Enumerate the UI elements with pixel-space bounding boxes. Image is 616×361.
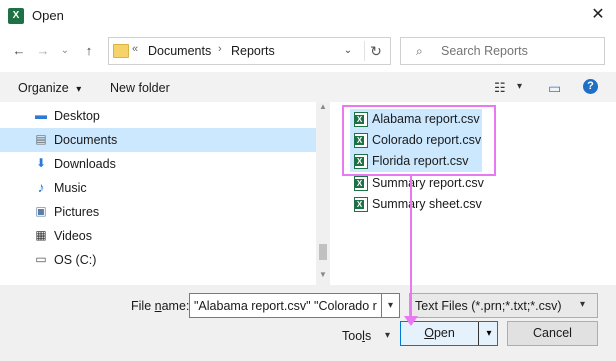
new-folder-button[interactable]: New folder bbox=[110, 81, 170, 95]
address-overflow[interactable]: « bbox=[132, 43, 138, 55]
file-name: Summary report.csv bbox=[372, 176, 484, 190]
file-item-summary-sheet[interactable]: X Summary sheet.csv bbox=[350, 194, 482, 215]
tools-arrow-icon[interactable]: ▾ bbox=[385, 330, 390, 341]
annotation-arrow-line bbox=[410, 176, 412, 318]
tools-button[interactable]: Tools bbox=[342, 329, 371, 343]
nav-item-documents[interactable]: ▤ Documents bbox=[0, 128, 316, 152]
nav-item-os-c[interactable]: ▭ OS (C:) bbox=[0, 248, 316, 272]
downloads-icon: ⬇ bbox=[35, 156, 47, 170]
nav-item-videos[interactable]: ▦ Videos bbox=[0, 224, 316, 248]
selection-highlight-box bbox=[342, 105, 496, 176]
nav-item-downloads[interactable]: ⬇ Downloads bbox=[0, 152, 316, 176]
address-bar[interactable]: « Documents › Reports ⌄ ↻ bbox=[108, 37, 391, 65]
desktop-icon: ▬ bbox=[35, 108, 47, 122]
scroll-up-icon[interactable]: ▲ bbox=[318, 102, 328, 111]
dialog-footer: File name: ▾ Text Files (*.prn;*.txt;*.c… bbox=[0, 285, 616, 361]
drive-icon: ▭ bbox=[35, 252, 47, 266]
nav-item-label: Videos bbox=[54, 229, 92, 243]
file-type-value: Text Files (*.prn;*.txt;*.csv) bbox=[415, 299, 562, 313]
nav-item-desktop[interactable]: ▬ Desktop bbox=[0, 104, 316, 128]
excel-icon: X bbox=[8, 8, 24, 24]
nav-item-music[interactable]: ♪ Music bbox=[0, 176, 316, 200]
nav-item-label: Documents bbox=[54, 133, 118, 147]
file-name-label: File name: bbox=[131, 299, 190, 313]
title-bar: X Open ✕ bbox=[0, 0, 616, 32]
preview-pane-icon[interactable]: ▭ bbox=[548, 80, 561, 97]
documents-icon: ▤ bbox=[35, 132, 47, 146]
scroll-down-icon[interactable]: ▼ bbox=[318, 270, 328, 279]
nav-item-pictures[interactable]: ▣ Pictures bbox=[0, 200, 316, 224]
music-icon: ♪ bbox=[37, 179, 45, 195]
nav-item-label: Downloads bbox=[54, 157, 116, 171]
navigation-pane: ▬ Desktop ▤ Documents ⬇ Downloads ♪ Musi… bbox=[0, 102, 330, 285]
nav-scrollbar[interactable]: ▲ ▼ bbox=[316, 102, 330, 285]
breadcrumb-separator[interactable]: › bbox=[218, 43, 222, 55]
nav-item-label: Desktop bbox=[54, 109, 100, 123]
breadcrumb-reports[interactable]: Reports bbox=[231, 44, 275, 58]
nav-item-label: Pictures bbox=[54, 205, 100, 219]
videos-icon: ▦ bbox=[35, 228, 47, 242]
organize-arrow-icon: ▾ bbox=[76, 84, 82, 95]
open-options-arrow-icon[interactable]: ▾ bbox=[482, 322, 496, 345]
help-icon[interactable]: ? bbox=[583, 79, 598, 94]
excel-file-icon: X bbox=[354, 197, 368, 212]
nav-item-label: Music bbox=[54, 181, 87, 195]
forward-button[interactable]: → bbox=[34, 40, 52, 62]
up-button[interactable]: ↑ bbox=[80, 40, 98, 62]
view-options-arrow-icon[interactable]: ▾ bbox=[517, 81, 522, 92]
search-input[interactable] bbox=[441, 44, 591, 58]
file-type-select[interactable]: Text Files (*.prn;*.txt;*.csv) ▾ bbox=[409, 293, 598, 318]
window-title: Open bbox=[32, 8, 64, 23]
address-dropdown[interactable]: ⌄ bbox=[341, 42, 355, 60]
excel-file-icon: X bbox=[354, 176, 368, 191]
file-name-dropdown-icon[interactable]: ▾ bbox=[382, 293, 400, 318]
folder-icon bbox=[113, 44, 129, 58]
search-box[interactable]: ⌕ bbox=[400, 37, 605, 65]
pictures-icon: ▣ bbox=[35, 204, 47, 218]
file-item-summary-report[interactable]: X Summary report.csv bbox=[350, 173, 484, 194]
close-icon[interactable]: ✕ bbox=[588, 5, 608, 25]
view-options-icon[interactable]: ☷ bbox=[494, 80, 506, 96]
organize-label: Organize bbox=[18, 81, 69, 95]
recent-locations-dropdown[interactable]: ⌄ bbox=[56, 40, 74, 62]
breadcrumb-documents[interactable]: Documents bbox=[148, 44, 211, 58]
nav-item-label: OS (C:) bbox=[54, 253, 97, 267]
organize-button[interactable]: Organize ▾ bbox=[18, 81, 81, 95]
file-name: Summary sheet.csv bbox=[372, 197, 482, 211]
chevron-down-icon: ▾ bbox=[580, 299, 586, 310]
cancel-button[interactable]: Cancel bbox=[507, 321, 598, 346]
search-icon: ⌕ bbox=[416, 44, 423, 58]
scrollbar-thumb[interactable] bbox=[319, 244, 327, 260]
back-button[interactable]: ← bbox=[10, 40, 28, 62]
refresh-icon[interactable]: ↻ bbox=[364, 41, 387, 61]
command-bar: Organize ▾ New folder ☷ ▾ ▭ ? bbox=[0, 72, 616, 102]
file-name-input[interactable] bbox=[189, 293, 382, 318]
annotation-arrow-head bbox=[404, 316, 418, 326]
